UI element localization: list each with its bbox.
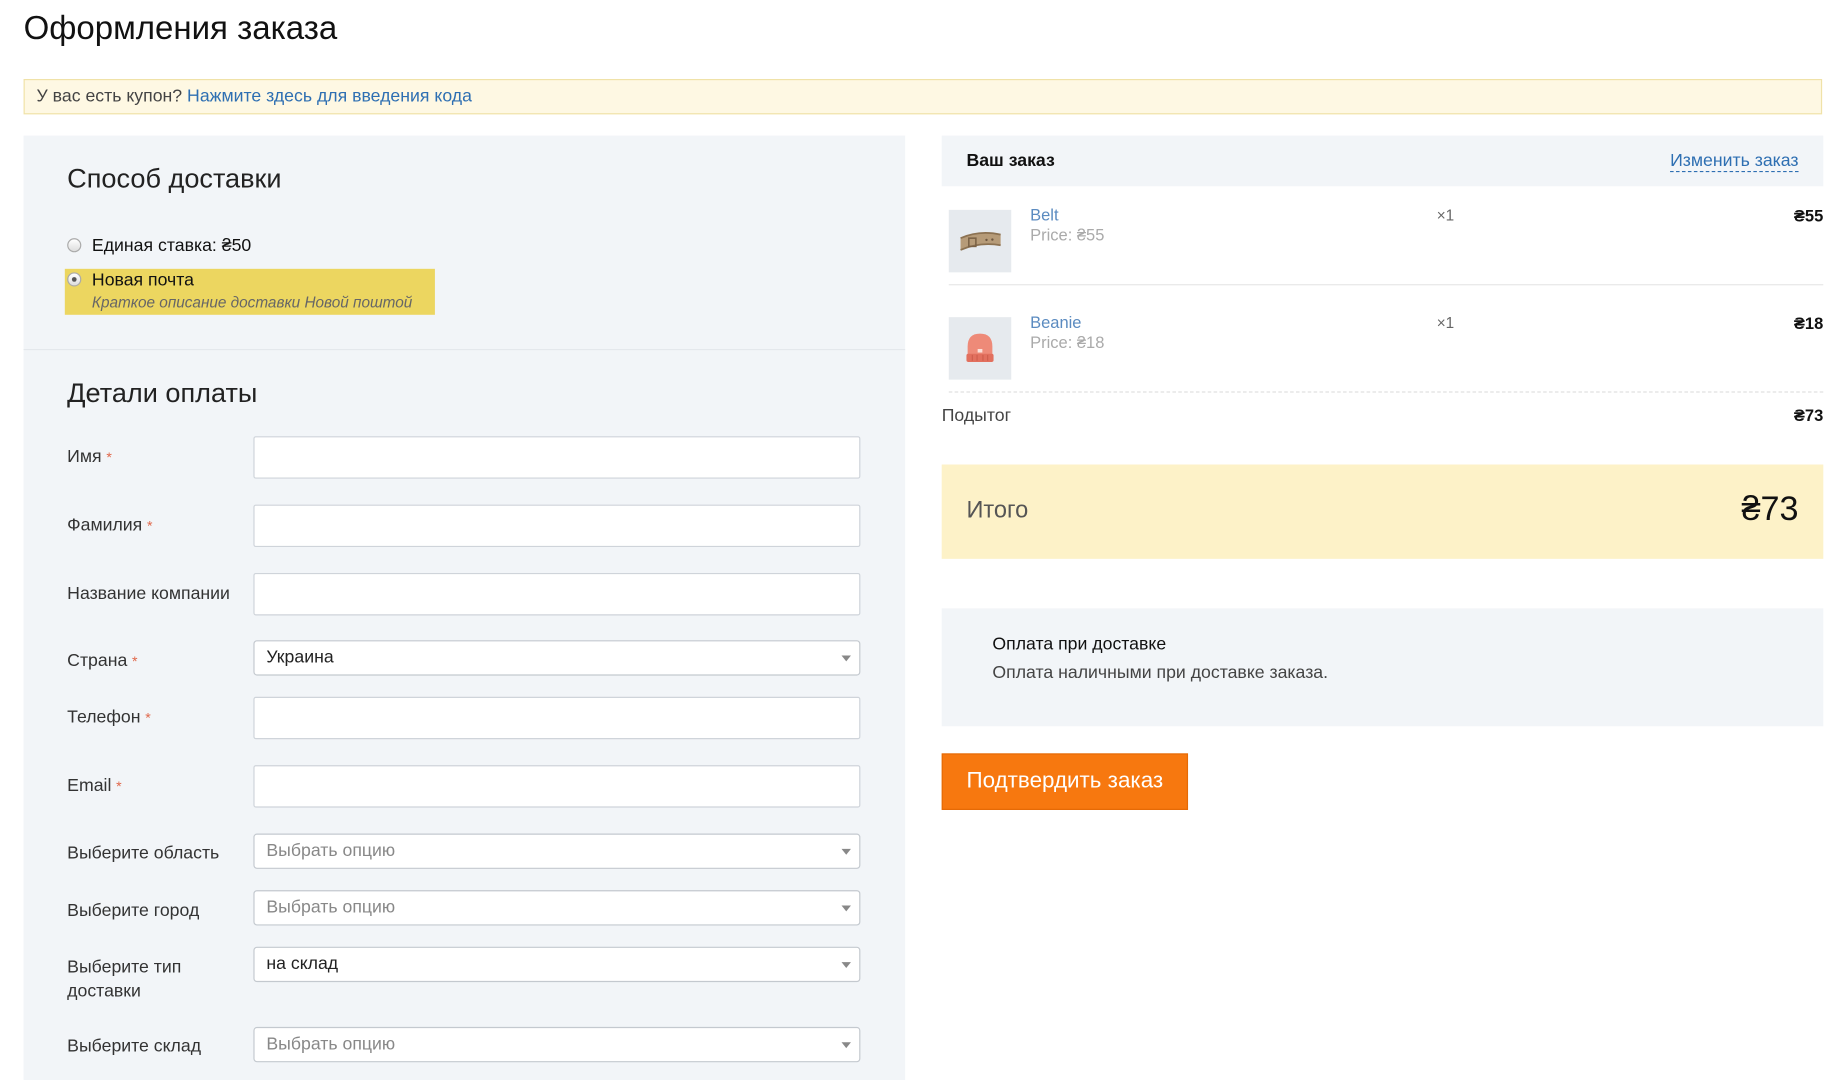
- delivery-type-label: Выберите тип доставки: [67, 957, 182, 1001]
- required-mark: *: [106, 449, 112, 466]
- delivery-type-select[interactable]: на склад: [253, 946, 861, 983]
- shipping-option-flat[interactable]: Единая ставка: ₴50: [67, 236, 421, 257]
- product-unit-price: Price: ₴18: [1030, 332, 1105, 352]
- company-input[interactable]: [253, 572, 861, 616]
- chevron-down-icon: [841, 848, 851, 855]
- chevron-down-icon: [841, 655, 851, 662]
- email-input[interactable]: [253, 765, 861, 808]
- row-divider: [948, 391, 1824, 393]
- payment-method-box: Оплата при доставке Оплата наличными при…: [941, 608, 1824, 727]
- beanie-icon: [966, 333, 994, 362]
- payment-method-title: Оплата при доставке: [992, 634, 1167, 655]
- section-divider: [23, 348, 906, 351]
- order-heading: Ваш заказ: [966, 150, 1055, 171]
- radio-flat-rate[interactable]: [67, 238, 82, 253]
- required-mark: *: [116, 778, 122, 795]
- product-thumbnail[interactable]: [948, 317, 1012, 380]
- city-select[interactable]: Выбрать опцию: [253, 890, 861, 926]
- edit-order-link[interactable]: Изменить заказ: [1670, 151, 1799, 173]
- country-select-value: Украина: [266, 647, 334, 668]
- subtotal-value: ₴73: [1793, 405, 1824, 425]
- coupon-notice: У вас есть купон? Нажмите здесь для введ…: [23, 78, 1823, 115]
- product-thumbnail[interactable]: [948, 209, 1012, 273]
- page-title: Оформления заказа: [23, 9, 338, 46]
- product-line-total: ₴55: [1793, 206, 1824, 226]
- shipping-option-label: Новая почта: [91, 269, 195, 291]
- total-label: Итого: [966, 497, 1029, 524]
- total-value: ₴73: [1741, 490, 1799, 529]
- required-mark: *: [132, 653, 138, 670]
- product-line-total: ₴18: [1793, 313, 1824, 333]
- required-mark: *: [146, 517, 153, 535]
- phone-label: Телефон *: [67, 707, 151, 728]
- product-quantity: ×1: [1436, 206, 1455, 225]
- first-name-label: Имя *: [67, 446, 112, 467]
- product-name-link[interactable]: Belt: [1030, 205, 1058, 224]
- warehouse-select[interactable]: Выбрать опцию: [253, 1026, 861, 1063]
- order-summary-header: Ваш заказ Изменить заказ: [941, 135, 1824, 187]
- confirm-order-button[interactable]: Подтвердить заказ: [941, 753, 1189, 810]
- chevron-down-icon: [841, 1042, 851, 1049]
- row-divider: [948, 284, 1824, 286]
- region-select-placeholder: Выбрать опцию: [266, 840, 396, 861]
- product-quantity: ×1: [1436, 313, 1455, 332]
- region-select[interactable]: Выбрать опцию: [253, 833, 861, 869]
- warehouse-label: Выберите склад: [67, 1036, 202, 1057]
- country-select[interactable]: Украина: [253, 640, 861, 676]
- city-label: Выберите город: [67, 900, 200, 921]
- last-name-input[interactable]: [253, 504, 861, 548]
- checkout-page: Оформления заказа У вас есть купон? Нажм…: [0, 0, 1848, 1080]
- payment-method-description: Оплата наличными при доставке заказа.: [992, 662, 1329, 683]
- radio-nova-poshta[interactable]: [67, 272, 82, 287]
- shipping-heading: Способ доставки: [67, 162, 282, 194]
- product-name-link[interactable]: Beanie: [1030, 312, 1081, 331]
- coupon-text: У вас есть купон?: [36, 86, 183, 107]
- shipping-option-description: Краткое описание доставки Новой поштой: [91, 293, 413, 312]
- billing-heading: Детали оплаты: [67, 377, 258, 408]
- shipping-option-nova-poshta[interactable]: Новая почта Краткое описание доставки Но…: [67, 270, 432, 312]
- chevron-down-icon: [841, 905, 851, 912]
- order-total: Итого ₴73: [941, 464, 1824, 559]
- last-name-label: Фамилия *: [67, 515, 153, 536]
- warehouse-select-placeholder: Выбрать опцию: [266, 1033, 396, 1055]
- email-label: Email *: [67, 775, 122, 796]
- first-name-input[interactable]: [253, 436, 861, 479]
- product-unit-price: Price: ₴55: [1030, 225, 1105, 245]
- subtotal-label: Подытог: [941, 405, 1012, 426]
- delivery-type-select-value: на склад: [266, 953, 339, 974]
- required-mark: *: [145, 709, 151, 727]
- country-label: Страна *: [67, 650, 138, 671]
- shipping-option-label: Единая ставка: ₴50: [91, 235, 252, 256]
- belt-icon: [960, 232, 1001, 251]
- city-select-placeholder: Выбрать опцию: [266, 897, 396, 918]
- coupon-link[interactable]: Нажмите здесь для введения кода: [187, 86, 472, 106]
- chevron-down-icon: [841, 962, 851, 968]
- region-label: Выберите область: [67, 842, 220, 864]
- company-label: Название компании: [67, 583, 230, 604]
- phone-input[interactable]: [253, 696, 861, 740]
